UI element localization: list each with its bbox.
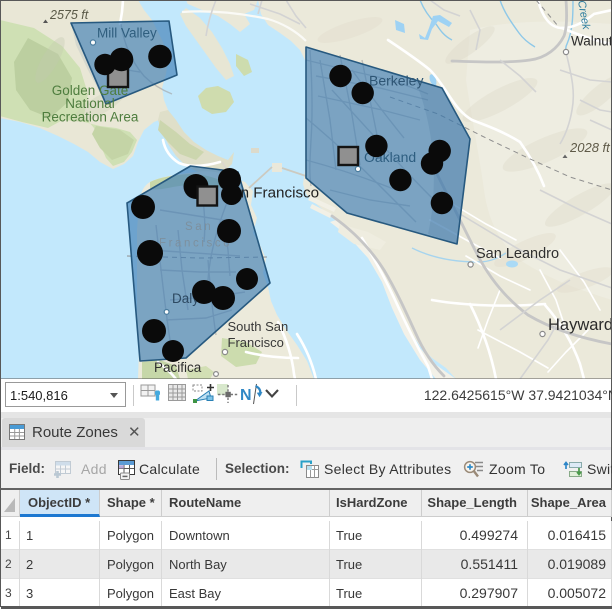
svg-text:Mill Valley: Mill Valley xyxy=(97,26,157,41)
svg-text:2028 ft: 2028 ft xyxy=(569,140,611,155)
svg-text:2575 ft: 2575 ft xyxy=(49,8,89,22)
svg-text:South San: South San xyxy=(228,319,289,334)
svg-text:San Leandro: San Leandro xyxy=(476,246,559,262)
svg-text:N: N xyxy=(240,387,252,404)
svg-text:Berkeley: Berkeley xyxy=(369,73,423,89)
svg-text:Walnut C: Walnut C xyxy=(571,34,612,49)
svg-text:San: San xyxy=(185,221,213,233)
svg-text:Hayward: Hayward xyxy=(548,316,612,334)
svg-text:Francisco: Francisco xyxy=(228,335,284,350)
svg-text:Pacifica: Pacifica xyxy=(154,360,202,375)
svg-text:Recreation Area: Recreation Area xyxy=(42,110,139,125)
